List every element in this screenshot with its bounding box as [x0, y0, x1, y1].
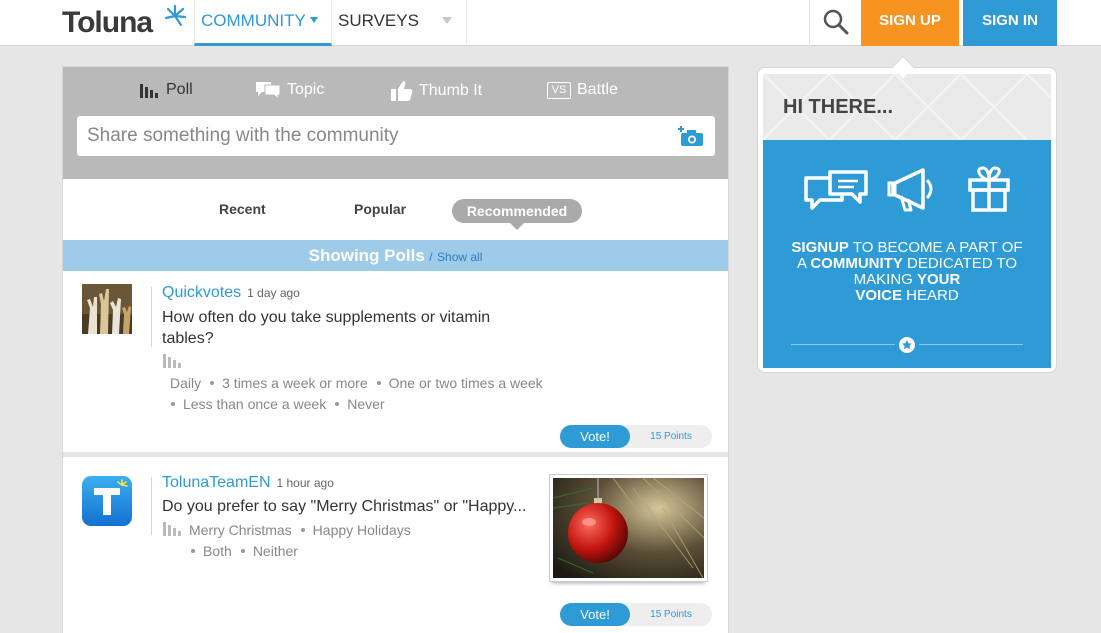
poll-bars-icon — [163, 354, 181, 368]
tab-recent[interactable]: Recent — [219, 201, 266, 217]
divider — [151, 477, 152, 535]
composer-type-label: Battle — [577, 81, 618, 98]
poll-icon — [140, 84, 158, 98]
signup-promo: HI THERE... SIGNUP TO BECOME A PART OF A… — [757, 67, 1057, 373]
promo-body: SIGNUP TO BECOME A PART OF A COMMUNITY D… — [763, 140, 1051, 368]
post-time: 1 day ago — [247, 286, 300, 300]
megaphone-icon — [887, 168, 933, 212]
poll-options: Daily 3 times a week or more One or two ti… — [170, 375, 543, 391]
composer-type-poll[interactable]: Poll — [140, 81, 193, 99]
promo-text-bold: COMMUNITY — [810, 255, 903, 272]
poll-option: Merry Christmas — [189, 522, 292, 538]
poll-option: Neither — [252, 543, 298, 559]
filter-bar: Showing Polls / Show all — [63, 240, 728, 271]
toluna-logo[interactable]: Toluna — [62, 6, 153, 40]
topic-icon — [256, 82, 281, 101]
divider — [791, 344, 895, 345]
poll-option: Daily — [170, 375, 202, 391]
search-button[interactable] — [809, 0, 861, 46]
promo-text: TO BECOME A PART OF — [848, 239, 1023, 256]
poll-option: 3 times a week or more — [222, 375, 368, 391]
thumbs-up-icon — [391, 81, 413, 101]
avatar[interactable] — [82, 284, 132, 334]
christmas-ornament-image — [553, 478, 704, 578]
post-time: 1 hour ago — [276, 476, 334, 490]
tab-popular[interactable]: Popular — [354, 201, 406, 217]
promo-text-bold: YOUR — [917, 271, 961, 288]
poll-option: Never — [347, 396, 385, 412]
filter-separator: / — [429, 250, 433, 264]
post-author[interactable]: Quickvotes 1 day ago — [162, 284, 300, 302]
promo-title: HI THERE... — [783, 96, 894, 118]
community-feed: Poll Topic Thumb It VS Battle Share some… — [62, 66, 729, 633]
chevron-down-icon — [442, 17, 452, 24]
composer-type-label: Thumb It — [419, 82, 483, 99]
poll-option: Both — [203, 543, 232, 559]
poll-option: Happy Holidays — [312, 522, 411, 538]
poll-question[interactable]: How often do you take supplements or vit… — [162, 307, 490, 349]
post-image[interactable] — [550, 475, 707, 581]
promo-text-bold: VOICE — [855, 287, 902, 304]
star-icon — [899, 337, 915, 353]
composer-type-label: Topic — [287, 81, 325, 98]
nav-surveys[interactable]: SURVEYS — [332, 0, 467, 46]
top-header: Toluna COMMUNITY SURVEYS SIGN UP SIGN IN — [0, 0, 1101, 46]
nav-community[interactable]: COMMUNITY — [194, 0, 332, 46]
divider — [151, 287, 152, 347]
promo-text: HEARD — [902, 287, 959, 304]
composer-type-topic[interactable]: Topic — [255, 79, 324, 101]
composer-type-thumb-it[interactable]: Thumb It — [391, 81, 482, 101]
poll-option: Less than once a week — [183, 396, 327, 412]
chevron-down-icon — [310, 17, 318, 23]
poll-question[interactable]: Do you prefer to say "Merry Christmas" o… — [162, 496, 526, 517]
poll-options: Merry Christmas Happy Holidays — [189, 522, 411, 538]
promo-message: SIGNUP TO BECOME A PART OF A COMMUNITY D… — [781, 240, 1033, 304]
versus-icon: VS — [547, 81, 571, 99]
avatar[interactable] — [82, 476, 132, 526]
points-badge: 15 Points — [650, 609, 692, 620]
add-photo-icon[interactable] — [678, 125, 704, 147]
tab-recommended[interactable]: Recommended — [452, 199, 582, 230]
feed-tabs: Recent Popular Recommended — [63, 179, 728, 240]
nav-community-label: COMMUNITY — [201, 11, 306, 30]
composer-type-battle[interactable]: VS Battle — [547, 81, 618, 99]
post-composer: Poll Topic Thumb It VS Battle — [63, 67, 728, 179]
points-badge: 15 Points — [650, 431, 692, 442]
nav-surveys-label: SURVEYS — [338, 11, 419, 30]
promo-text: A — [796, 255, 811, 272]
poll-bars-icon — [163, 522, 181, 536]
question-line: How often do you take supplements or vit… — [162, 309, 491, 326]
logo-splash-icon — [164, 4, 186, 27]
promo-header: HI THERE... — [763, 74, 1051, 140]
author-name[interactable]: Quickvotes — [162, 284, 241, 301]
sign-up-button[interactable]: SIGN UP — [861, 0, 959, 46]
share-input[interactable] — [77, 116, 715, 156]
divider — [919, 344, 1023, 345]
poll-option: One or two times a week — [388, 375, 543, 391]
vote-button[interactable]: Vote! — [560, 603, 630, 626]
filter-label: Showing Polls — [308, 246, 425, 265]
sign-in-button[interactable]: SIGN IN — [963, 0, 1057, 46]
chat-bubbles-icon — [804, 170, 868, 210]
author-name[interactable]: TolunaTeamEN — [162, 474, 271, 491]
gift-icon — [968, 166, 1010, 212]
poll-options: Less than once a week Never — [162, 396, 385, 412]
vote-control: Vote! 15 Points — [560, 603, 712, 626]
promo-text-bold[interactable]: SIGNUP — [791, 239, 849, 256]
poll-post: Quickvotes 1 day ago How often do you tak… — [63, 271, 728, 457]
search-icon — [823, 9, 849, 35]
composer-type-label: Poll — [166, 81, 193, 98]
post-author[interactable]: TolunaTeamEN 1 hour ago — [162, 474, 334, 492]
vote-button[interactable]: Vote! — [560, 425, 630, 448]
poll-post: TolunaTeamEN 1 hour ago Do you prefer to … — [63, 462, 728, 633]
question-line: tables? — [162, 330, 214, 347]
show-all-link[interactable]: Show all — [437, 250, 482, 264]
poll-options: Both Neither — [182, 543, 298, 559]
vote-control: Vote! 15 Points — [560, 425, 712, 448]
